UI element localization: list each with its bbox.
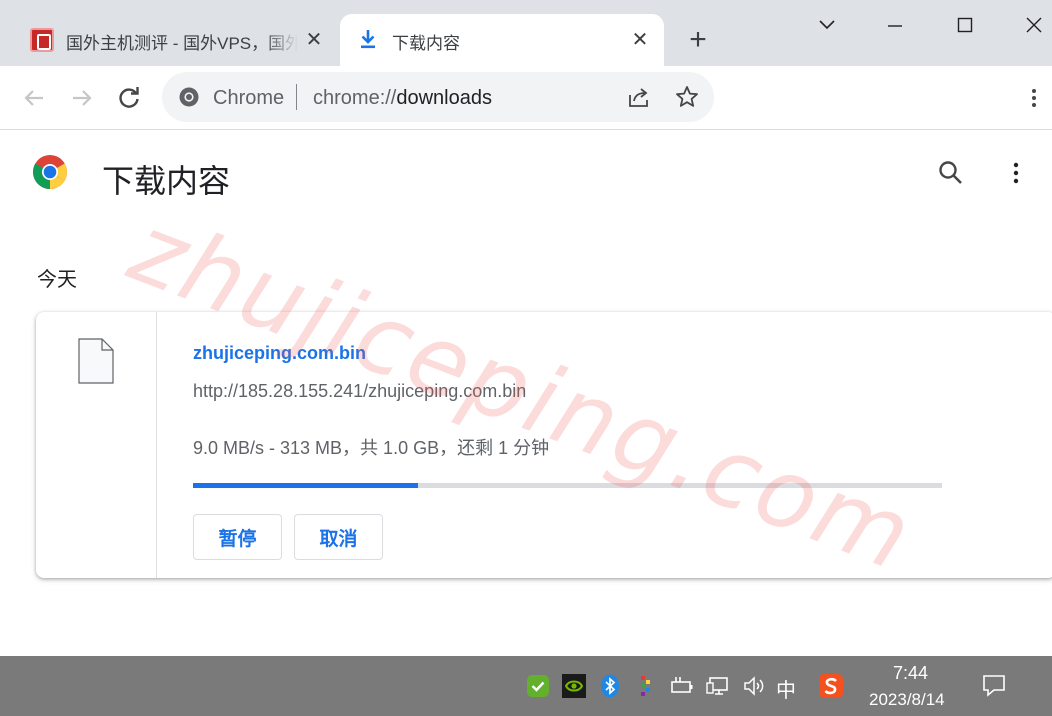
progress-fill	[193, 483, 418, 488]
divider	[296, 84, 297, 110]
back-arrow-icon[interactable]	[18, 82, 50, 114]
url-text[interactable]: chrome://downloads	[313, 87, 492, 110]
bluetooth-icon[interactable]	[598, 674, 622, 698]
close-window-icon[interactable]	[1019, 10, 1049, 40]
site-label: Chrome	[213, 87, 285, 109]
clock-time[interactable]: 7:44	[893, 663, 928, 684]
nvidia-icon[interactable]	[562, 674, 586, 698]
site-favicon-icon	[30, 28, 54, 52]
tab-title: 国外主机测评 - 国外VPS，国外	[66, 34, 298, 53]
clock-date[interactable]: 2023/8/14	[869, 690, 945, 710]
date-heading: 今天	[37, 269, 77, 291]
pause-button[interactable]: 暂停	[193, 514, 282, 560]
maximize-icon[interactable]	[950, 10, 980, 40]
download-status: 9.0 MB/s - 313 MB，共 1.0 GB，还剩 1 分钟	[193, 438, 550, 458]
colorful-app-icon[interactable]	[636, 674, 660, 698]
progress-bar	[193, 483, 942, 488]
toolbar: Chrome chrome://downloads	[0, 66, 1052, 130]
bookmark-star-icon[interactable]	[674, 84, 700, 110]
sogou-input-icon[interactable]	[819, 674, 843, 698]
source-url[interactable]: http://185.28.155.241/zhujiceping.com.bi…	[193, 381, 526, 402]
divider	[156, 312, 157, 578]
close-tab-icon[interactable]: ✕	[304, 30, 324, 50]
search-icon[interactable]	[936, 158, 966, 188]
volume-icon[interactable]	[742, 674, 766, 698]
new-tab-icon[interactable]: +	[684, 25, 712, 55]
ime-indicator[interactable]: 中	[776, 674, 796, 703]
forward-arrow-icon[interactable]	[66, 82, 98, 114]
tab-strip: 国外主机测评 - 国外VPS，国外 ✕ 下载内容 ✕ +	[0, 0, 1052, 66]
download-icon	[361, 30, 375, 49]
file-name-link[interactable]: zhujiceping.com.bin	[193, 343, 366, 364]
close-tab-icon[interactable]: ✕	[630, 30, 650, 50]
page-title: 下载内容	[102, 163, 231, 199]
download-item: zhujiceping.com.bin http://185.28.155.24…	[36, 312, 1052, 578]
taskbar: 中 7:44 2023/8/14	[0, 656, 1052, 716]
address-bar[interactable]: Chrome chrome://downloads	[162, 72, 714, 122]
share-icon[interactable]	[626, 85, 652, 109]
network-icon[interactable]	[706, 674, 730, 698]
tab-zhujiceping[interactable]: 国外主机测评 - 国外VPS，国外 ✕	[14, 14, 332, 66]
tab-title: 下载内容	[392, 34, 460, 53]
tab-downloads[interactable]: 下载内容 ✕	[340, 14, 664, 66]
notification-icon[interactable]	[981, 672, 1007, 698]
tab-search-chevron-icon[interactable]	[812, 10, 842, 40]
minimize-icon[interactable]	[880, 10, 910, 40]
chrome-logo-icon	[33, 155, 67, 189]
security-shield-icon[interactable]	[526, 674, 550, 698]
battery-icon[interactable]	[670, 674, 694, 698]
reload-icon[interactable]	[113, 82, 145, 114]
more-actions-icon[interactable]	[1006, 160, 1026, 186]
chrome-site-icon	[179, 87, 199, 107]
chrome-menu-icon[interactable]	[1024, 86, 1044, 110]
file-icon	[78, 338, 114, 384]
cancel-button[interactable]: 取消	[294, 514, 383, 560]
